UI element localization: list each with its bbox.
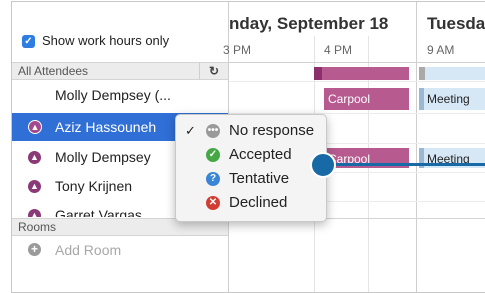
menu-item-label: Accepted — [229, 146, 292, 163]
time-label: 9 AM — [427, 43, 455, 57]
menu-item-tentative[interactable]: ? Tentative — [176, 167, 326, 191]
busy-bar — [322, 67, 409, 80]
work-hours-checkbox[interactable]: ✓ — [22, 35, 35, 48]
add-room-label: Add Room — [55, 242, 122, 258]
plus-icon: + — [28, 243, 41, 256]
no-response-status-icon[interactable]: ▲ — [28, 120, 42, 134]
attendee-row-organizer[interactable]: Molly Dempsey (... — [12, 81, 228, 109]
busy-bar — [425, 67, 485, 80]
attendee-name: Molly Dempsey — [55, 149, 151, 165]
time-label: 3 PM — [223, 43, 252, 57]
work-hours-area: ✓ Show work hours only — [12, 2, 228, 63]
header-divider — [229, 62, 485, 63]
checkmark-icon: ✓ — [185, 123, 196, 138]
no-response-status-icon[interactable]: ▲ — [28, 209, 41, 217]
event-stripe — [419, 88, 424, 110]
attendee-name: Garret Vargas — [55, 207, 142, 217]
menu-item-no-response[interactable]: ✓ ••• No response — [176, 119, 326, 143]
no-response-status-icon[interactable]: ▲ — [28, 180, 41, 193]
all-attendees-header: All Attendees ↻ — [12, 62, 228, 80]
event-title: Meeting — [427, 92, 470, 106]
menu-item-label: Declined — [229, 194, 288, 211]
checkmark-icon: ✓ — [206, 148, 220, 162]
busy-bar — [314, 67, 322, 80]
attendee-name: Molly Dempsey (... — [55, 87, 171, 103]
day-title-monday: nday, September 18 — [229, 14, 389, 33]
attendee-name: Aziz Hassouneh — [55, 119, 157, 135]
attendee-name: Tony Krijnen — [55, 178, 133, 194]
ellipsis-icon: ••• — [206, 124, 220, 138]
time-label: 4 PM — [324, 43, 353, 57]
callout-line — [334, 163, 485, 166]
menu-item-accepted[interactable]: ✓ Accepted — [176, 143, 326, 167]
all-attendees-label: All Attendees — [18, 64, 89, 78]
menu-item-declined[interactable]: ✕ Declined — [176, 191, 326, 215]
refresh-icon[interactable]: ↻ — [199, 63, 228, 79]
menu-item-label: No response — [229, 122, 315, 139]
x-icon: ✕ — [206, 196, 220, 210]
rooms-label: Rooms — [18, 220, 57, 234]
callout-dot — [310, 152, 336, 178]
event-title: Carpool — [328, 92, 371, 106]
event-meeting[interactable]: Meeting — [419, 88, 485, 110]
scheduling-assistant: ✓ Show work hours only All Attendees ↻ M… — [11, 1, 485, 293]
work-hours-label[interactable]: Show work hours only — [42, 33, 169, 48]
day-divider — [416, 2, 417, 292]
event-carpool[interactable]: Carpool — [324, 88, 409, 110]
add-room-button[interactable]: + Add Room — [12, 238, 228, 262]
day-title-tuesday: Tuesda — [427, 14, 485, 33]
row-gridline — [229, 81, 485, 82]
attendance-status-menu: ✓ ••• No response ✓ Accepted ? Tentative… — [175, 114, 327, 222]
menu-item-label: Tentative — [229, 170, 290, 187]
no-response-status-icon[interactable]: ▲ — [28, 151, 41, 164]
question-icon: ? — [206, 172, 220, 186]
